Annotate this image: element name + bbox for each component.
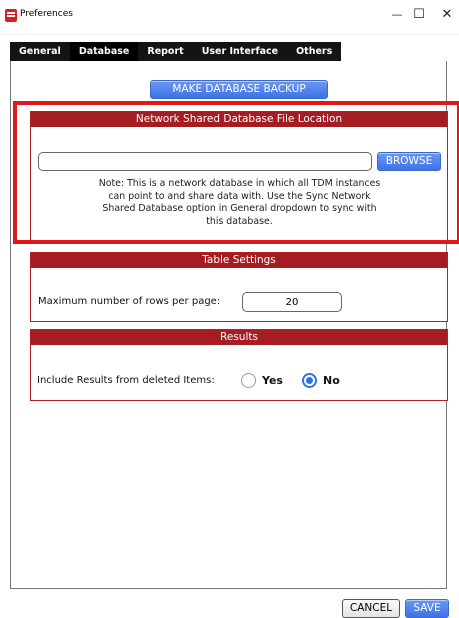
results-title: Results xyxy=(31,330,447,345)
browse-button[interactable]: BROWSE xyxy=(377,152,441,171)
include-deleted-results-label: Include Results from deleted Items: xyxy=(37,375,215,386)
rows-per-page-input[interactable] xyxy=(242,292,342,312)
preferences-window: Preferences — ☐ ✕ General Database Repor… xyxy=(0,0,459,618)
table-settings-title: Table Settings xyxy=(31,253,447,268)
note-line: Shared Database option in General dropdo… xyxy=(102,203,377,214)
title-bar: Preferences — ☐ ✕ xyxy=(0,0,459,35)
network-section-title: Network Shared Database File Location xyxy=(31,112,447,127)
save-button[interactable]: SAVE xyxy=(405,599,449,618)
radio-yes-label[interactable]: Yes xyxy=(262,374,283,387)
table-settings-section: Table Settings Maximum number of rows pe… xyxy=(30,252,448,322)
maximize-button[interactable]: ☐ xyxy=(407,5,431,25)
tab-general[interactable]: General xyxy=(10,42,70,61)
make-database-backup-button[interactable]: MAKE DATABASE BACKUP xyxy=(150,80,328,99)
tab-user-interface[interactable]: User Interface xyxy=(192,42,288,61)
network-shared-database-section: Network Shared Database File Location BR… xyxy=(30,111,448,243)
note-line: Note: This is a network database in whic… xyxy=(98,178,381,189)
minimize-button[interactable]: — xyxy=(385,5,409,25)
rows-per-page-label: Maximum number of rows per page: xyxy=(38,296,221,307)
close-button[interactable]: ✕ xyxy=(435,5,459,25)
results-section: Results Include Results from deleted Ite… xyxy=(30,329,448,401)
radio-no[interactable] xyxy=(302,373,317,388)
radio-yes[interactable] xyxy=(241,373,256,388)
cancel-button[interactable]: CANCEL xyxy=(342,599,400,618)
note-line: can point to and share data with. Use th… xyxy=(108,190,371,202)
radio-no-label[interactable]: No xyxy=(323,374,340,387)
app-logo-icon xyxy=(5,9,17,22)
tab-database[interactable]: Database xyxy=(69,42,139,61)
network-database-note: Note: This is a network database in whic… xyxy=(37,178,442,228)
tab-report[interactable]: Report xyxy=(138,42,193,61)
database-path-input[interactable] xyxy=(38,152,372,171)
note-line: this database. xyxy=(206,215,273,227)
tab-strip: General Database Report User Interface O… xyxy=(10,42,342,61)
window-title: Preferences xyxy=(20,9,73,19)
tab-bar: General Database Report User Interface O… xyxy=(10,42,447,61)
tab-others[interactable]: Others xyxy=(287,42,342,61)
